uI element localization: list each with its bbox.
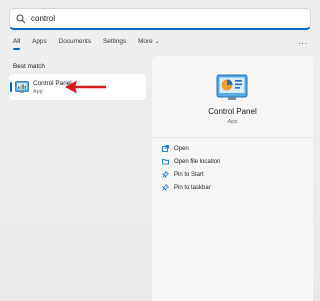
- tab-documents[interactable]: Documents: [59, 38, 91, 49]
- chevron-down-icon: ⌄: [154, 39, 160, 45]
- action-open-file-location[interactable]: Open file location: [162, 158, 220, 165]
- detail-pane: Control Panel App Open Open file locatio…: [152, 56, 313, 301]
- action-pin-to-start[interactable]: Pin to Start: [162, 171, 204, 178]
- filter-tabs: All Apps Documents Settings More ⌄: [13, 38, 172, 50]
- detail-title: Control Panel: [208, 107, 257, 116]
- action-open-label: Open: [174, 145, 189, 152]
- result-subtitle: App: [33, 89, 43, 95]
- control-panel-large-icon: [216, 74, 248, 100]
- control-panel-icon: [15, 81, 29, 93]
- tab-apps[interactable]: Apps: [32, 38, 47, 49]
- search-flyout: All Apps Documents Settings More⌄ ... Be…: [0, 0, 320, 301]
- search-icon: [16, 14, 26, 23]
- tab-all[interactable]: All: [13, 38, 21, 50]
- action-pin-to-taskbar-label: Pin to taskbar: [174, 184, 211, 191]
- tab-more-label: More: [138, 38, 153, 45]
- pin-icon: [162, 171, 169, 178]
- pin-icon: [162, 184, 169, 191]
- action-pin-to-taskbar[interactable]: Pin to taskbar: [162, 184, 211, 191]
- red-arrow-annotation: [65, 80, 106, 94]
- tab-settings[interactable]: Settings: [103, 38, 126, 49]
- detail-subtitle: App: [227, 119, 238, 125]
- action-pin-to-start-label: Pin to Start: [174, 171, 204, 178]
- search-input[interactable]: [31, 14, 291, 23]
- action-open-file-location-label: Open file location: [174, 158, 221, 165]
- detail-divider: [152, 137, 313, 138]
- tab-more[interactable]: More ⌄: [138, 38, 160, 49]
- selection-indicator: [10, 82, 12, 92]
- open-icon: [162, 145, 169, 152]
- best-match-heading: Best match: [13, 63, 45, 70]
- action-open[interactable]: Open: [162, 145, 189, 152]
- folder-icon: [162, 159, 169, 165]
- search-box[interactable]: [9, 8, 311, 30]
- more-options-button[interactable]: ...: [298, 37, 308, 46]
